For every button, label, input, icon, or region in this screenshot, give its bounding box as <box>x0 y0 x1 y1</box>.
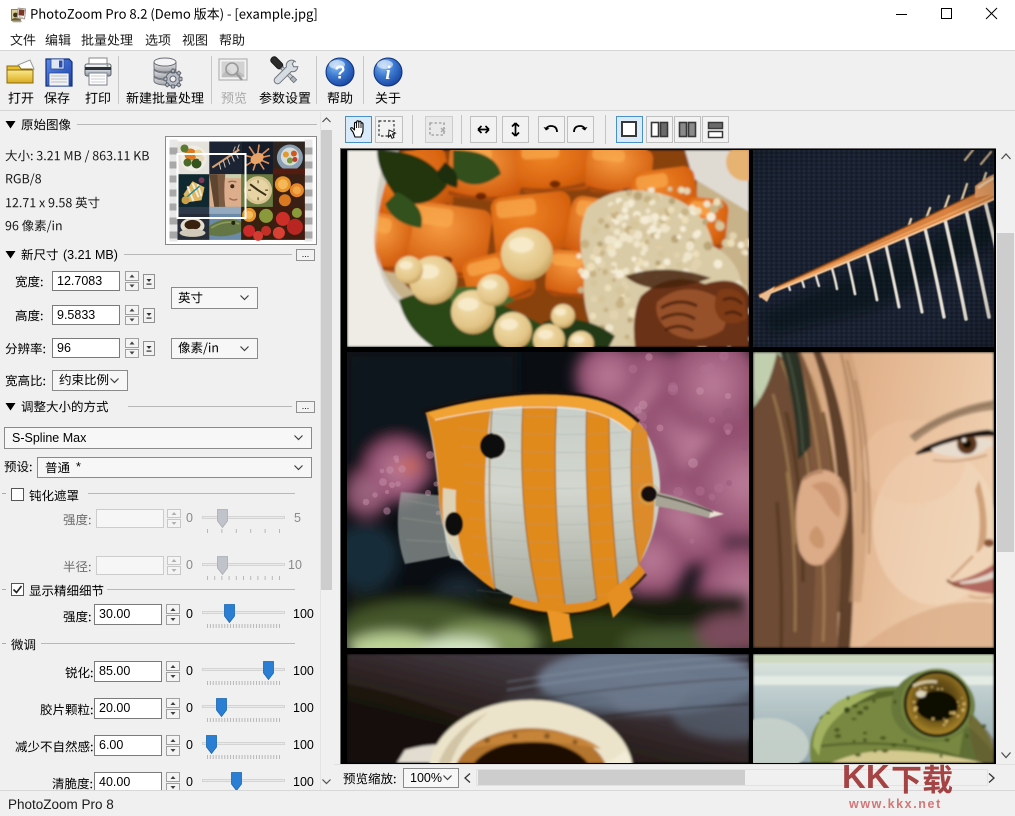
svg-text:i: i <box>385 63 391 84</box>
svg-text:?: ? <box>335 63 346 83</box>
